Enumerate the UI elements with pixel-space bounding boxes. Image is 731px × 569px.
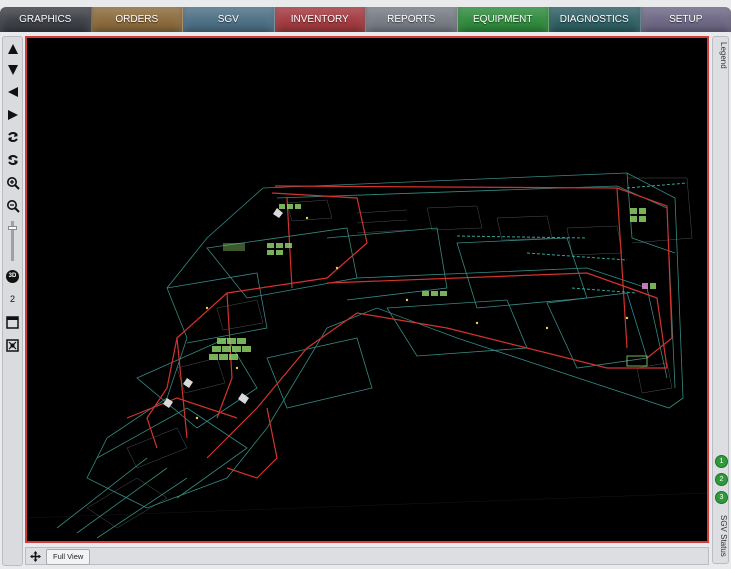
- tab-diagnostics[interactable]: DIAGNOSTICS: [549, 7, 641, 32]
- sgv-status-2[interactable]: 2: [715, 473, 728, 486]
- move-icon[interactable]: [28, 550, 42, 562]
- structural-lines: [27, 177, 707, 529]
- main-tab-bar: GRAPHICS ORDERS SGV INVENTORY REPORTS EQUIPME…: [0, 7, 731, 32]
- window-icon[interactable]: [5, 313, 20, 331]
- view-2d-label: 2: [9, 294, 15, 304]
- facility-floorplan-drawing: [27, 172, 707, 539]
- rotate-ccw-icon[interactable]: [5, 151, 20, 169]
- pan-right-icon[interactable]: [5, 106, 20, 124]
- zoom-in-icon[interactable]: [5, 174, 20, 192]
- tab-reports[interactable]: REPORTS: [366, 7, 458, 32]
- tab-inventory[interactable]: INVENTORY: [274, 7, 366, 32]
- view-3d-label: 3D: [6, 269, 19, 283]
- tab-equipment[interactable]: EQUIPMENT: [457, 7, 549, 32]
- tab-orders[interactable]: ORDERS: [91, 7, 183, 32]
- building-outline: [56, 172, 684, 539]
- view-2d-button[interactable]: 2: [5, 290, 20, 308]
- pick-points: [195, 216, 629, 420]
- sgv-status-3[interactable]: 3: [715, 491, 728, 504]
- rotate-cw-icon[interactable]: [5, 128, 20, 146]
- right-side-panel: Legend 1 2 3 SGV Status: [712, 36, 729, 564]
- sgv-travel-paths: [126, 185, 673, 479]
- view-toolbar: 3D 2: [2, 36, 23, 566]
- zoom-slider[interactable]: [8, 221, 17, 261]
- sgv-status-1[interactable]: 1: [715, 455, 728, 468]
- zoom-out-icon[interactable]: [5, 197, 20, 215]
- legend-tab[interactable]: Legend: [713, 39, 728, 71]
- zoom-slider-thumb[interactable]: [8, 226, 17, 231]
- facility-3d-viewport[interactable]: [25, 36, 709, 543]
- fit-view-icon[interactable]: [5, 336, 20, 354]
- pan-up-icon[interactable]: [5, 40, 20, 58]
- pan-left-icon[interactable]: [5, 83, 20, 101]
- full-view-button[interactable]: Full View: [46, 549, 91, 565]
- tab-sgv[interactable]: SGV: [183, 7, 275, 32]
- bottom-bar: Full View: [25, 547, 709, 565]
- view-3d-button[interactable]: 3D: [5, 267, 20, 285]
- tab-graphics[interactable]: GRAPHICS: [0, 7, 92, 32]
- tab-setup[interactable]: SETUP: [640, 7, 731, 32]
- pan-down-icon[interactable]: [5, 61, 20, 79]
- sgv-status-tab[interactable]: SGV Status: [713, 511, 728, 561]
